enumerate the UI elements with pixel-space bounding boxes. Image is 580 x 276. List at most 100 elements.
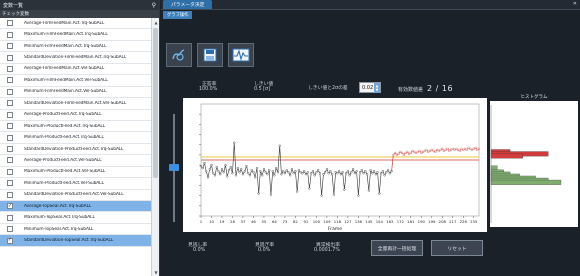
- series-anomaly-point: [395, 153, 398, 157]
- series-normal-point: [315, 171, 318, 174]
- variable-row[interactable]: ✓ StandardDeviation-TopSeal.Act.Trq-SubAL…: [0, 235, 151, 247]
- variable-row[interactable]: StandardDeviation-ProductFeed.Act.Trq-Su…: [0, 144, 151, 156]
- variable-row[interactable]: Maximum-FilmFeedMain.Act.Vel-SubALL: [0, 75, 151, 87]
- variable-checkbox[interactable]: [7, 146, 13, 153]
- variable-row[interactable]: Maximum-TopSeal.Act.Trq-SubALL: [0, 212, 151, 224]
- series-normal-point: [343, 188, 346, 191]
- variable-row[interactable]: Maximum-ProductFeed.Act.Trq-SubALL: [0, 121, 151, 133]
- series-normal-point: [273, 174, 276, 177]
- variable-checkbox[interactable]: [7, 88, 13, 95]
- variable-list-title: 変数一覧: [3, 2, 24, 9]
- series-anomaly-point: [421, 150, 425, 153]
- scroll-thumb[interactable]: [153, 28, 158, 178]
- x-tick-label: 199: [428, 219, 436, 224]
- series-normal-point: [208, 168, 211, 171]
- pin-icon[interactable]: ⚲: [152, 2, 156, 9]
- hand-pointer-button[interactable]: [166, 43, 192, 67]
- variable-list-header: 変数一覧 ⚲: [0, 0, 159, 10]
- series-normal-point: [212, 172, 215, 175]
- close-icon[interactable]: ✕: [573, 1, 577, 7]
- variable-checkbox[interactable]: [7, 20, 13, 27]
- save-button[interactable]: [197, 43, 223, 67]
- variable-row[interactable]: Minimum-ProductFeed.Act.Trq-SubALL: [0, 132, 151, 144]
- x-tick-label: 208: [439, 219, 447, 224]
- valid-count-value: 2 / 16: [427, 84, 454, 93]
- series-anomaly-point: [472, 147, 475, 150]
- scroll-up-icon[interactable]: ▲: [152, 18, 160, 26]
- threshold-label: しきい値: [254, 82, 274, 87]
- variable-row[interactable]: Average-ProductFeed.Act.Vel-SubALL: [0, 155, 151, 167]
- series-normal-point: [261, 174, 264, 177]
- series-anomaly-point: [439, 148, 442, 151]
- threshold-slider-thumb[interactable]: [169, 164, 179, 171]
- histogram-bar: [490, 153, 523, 159]
- variable-row[interactable]: Average-FilmFeedMain.Act.Vel-SubALL: [0, 64, 151, 76]
- batch-recalc-button[interactable]: 全量再計一括処理: [371, 240, 423, 256]
- variable-checkbox[interactable]: [7, 134, 13, 141]
- series-normal-point: [280, 173, 283, 176]
- variable-checkbox[interactable]: [7, 77, 13, 84]
- x-tick-label: 19: [220, 219, 225, 224]
- variable-list-scrollbar[interactable]: ▲ ▼: [151, 18, 159, 276]
- series-anomaly-point: [467, 146, 470, 149]
- series-normal-point: [369, 169, 372, 172]
- scroll-down-icon[interactable]: ▼: [152, 268, 160, 276]
- variable-checkbox[interactable]: [7, 180, 13, 187]
- variable-checkbox[interactable]: [7, 214, 13, 221]
- variable-row[interactable]: Minimum-TopSeal.Act.Trq-SubALL: [0, 224, 151, 236]
- variable-checkbox[interactable]: [7, 157, 13, 164]
- variable-row[interactable]: Minimum-ProductFeed.Act.Vel-SubALL: [0, 178, 151, 190]
- variable-checkbox[interactable]: [7, 226, 13, 233]
- series-anomaly-point: [441, 147, 444, 150]
- series-normal-point: [283, 172, 287, 175]
- threshold-multiple-value[interactable]: 0.02: [360, 85, 374, 91]
- variable-row[interactable]: StandardDeviation-FilmFeedMain.Act.Trq-S…: [0, 52, 151, 64]
- variable-checkbox[interactable]: [7, 43, 13, 50]
- variable-row[interactable]: Average-ProductFeed.Act.Trq-SubALL: [0, 110, 151, 121]
- waveform-button[interactable]: [228, 43, 254, 67]
- series-normal-point: [308, 187, 311, 190]
- variable-row[interactable]: Minimum-FilmFeedMain.Act.Vel-SubALL: [0, 87, 151, 99]
- variable-checkbox[interactable]: [7, 65, 13, 72]
- overlook-rate-value: 0.0%: [258, 248, 271, 253]
- variable-row[interactable]: StandardDeviation-FilmFeedMain.Act.Vel-S…: [0, 98, 151, 110]
- variable-label: Average-ProductFeed.Act.Vel-SubALL: [24, 157, 102, 163]
- series-normal-point: [311, 170, 314, 173]
- series-normal-point: [325, 168, 328, 171]
- variable-checkbox[interactable]: [7, 31, 13, 38]
- variable-checkbox[interactable]: [7, 191, 13, 198]
- variable-row[interactable]: Minimum-FilmFeedMain.Act.Trq-SubALL: [0, 41, 151, 53]
- x-tick-label: 154: [376, 219, 384, 224]
- variable-checkbox[interactable]: [7, 54, 13, 61]
- variable-row[interactable]: StandardDeviation-ProductFeed.Act.Vel-Su…: [0, 190, 151, 201]
- trend-chart: 1 10 19 28 37 46 55 64 73 82 91 100 109 118 127 136 145 1…: [183, 98, 487, 232]
- series-anomaly-point: [435, 148, 439, 151]
- variable-checkbox[interactable]: [7, 168, 13, 175]
- variable-checkbox[interactable]: [7, 100, 13, 107]
- variable-check-cell: ✓: [0, 237, 20, 244]
- stepper-arrows-icon[interactable]: ▲ ▼: [374, 82, 380, 93]
- variable-row[interactable]: ✓ Average-TopSeal.Act.Trq-SubALL: [0, 201, 151, 213]
- variable-checkbox[interactable]: ✓: [7, 237, 13, 244]
- checkmark-icon: ✓: [7, 202, 13, 209]
- variable-check-cell: [0, 43, 20, 50]
- variable-row[interactable]: Maximum-FilmFeedMain.Act.Trq-SubALL: [0, 29, 151, 41]
- variable-row[interactable]: Average-FilmFeedMain.Act.Trq-SubALL: [0, 18, 151, 30]
- graph-operation-tab[interactable]: グラフ操作: [163, 11, 193, 19]
- series-normal-point: [213, 174, 217, 177]
- variable-label: Average-TopSeal.Act.Trq-SubALL: [24, 203, 92, 209]
- tab-parameter-decision[interactable]: パラメータ決定: [163, 0, 213, 9]
- variable-checkbox[interactable]: ✓: [7, 202, 13, 210]
- variable-row[interactable]: Maximum-ProductFeed.Act.Vel-SubALL: [0, 167, 151, 179]
- series-normal-point: [297, 169, 301, 172]
- variable-checkbox[interactable]: [7, 123, 13, 130]
- x-tick-label: 145: [365, 219, 373, 224]
- series-anomaly-point: [458, 149, 461, 152]
- x-tick-label: 109: [323, 219, 331, 224]
- series-normal-point: [296, 190, 299, 193]
- threshold-multiple-stepper[interactable]: 0.02 ▲ ▼: [359, 82, 381, 93]
- series-normal-point: [383, 174, 386, 177]
- series-normal-point: [220, 168, 224, 171]
- variable-checkbox[interactable]: [7, 111, 13, 118]
- reset-button[interactable]: リセット: [431, 240, 483, 256]
